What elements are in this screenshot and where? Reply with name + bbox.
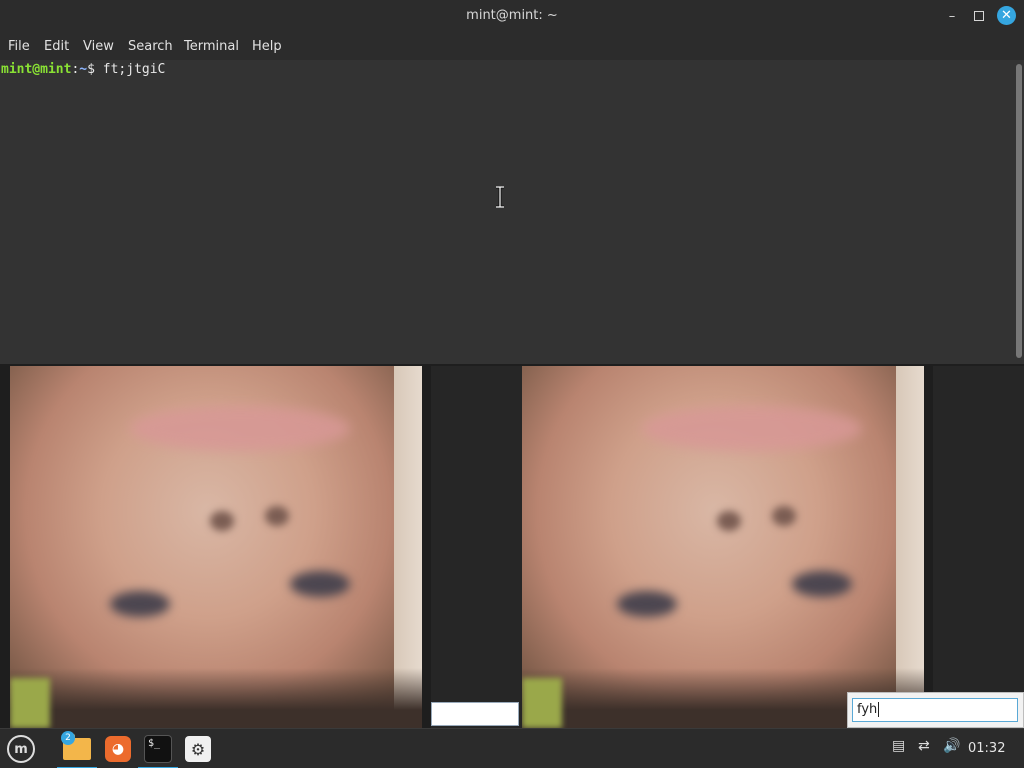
image-eye <box>792 571 852 597</box>
taskbar: m 2 ◕ $_ ⚙ ▤ ⇄ 🔊 01:32 <box>0 728 1024 768</box>
prompt-path: ~ <box>79 62 88 77</box>
dark-panel-middle <box>431 366 522 728</box>
small-input-box[interactable] <box>431 702 519 726</box>
image-eye <box>110 591 170 617</box>
clock[interactable]: 01:32 <box>968 741 1005 756</box>
menu-view[interactable]: View <box>83 39 114 54</box>
text-cursor-icon <box>496 186 504 208</box>
terminal-icon: $_ <box>144 735 172 763</box>
text-popup: fyh <box>847 692 1024 728</box>
close-button[interactable]: ✕ <box>997 6 1016 25</box>
menu-help[interactable]: Help <box>252 39 282 54</box>
terminal-output[interactable]: mint@mint:~$ ft;jtgiC <box>0 60 1014 364</box>
prompt-line: mint@mint:~$ ft;jtgiC <box>1 62 165 77</box>
network-disconnected-icon[interactable]: ⇄ <box>918 738 930 754</box>
taskbar-firefox[interactable]: ◕ <box>102 733 134 765</box>
image-hair <box>10 668 422 728</box>
image-nostril <box>717 511 741 531</box>
volume-icon[interactable]: 🔊 <box>943 738 960 754</box>
scrollbar-thumb[interactable] <box>1016 64 1022 358</box>
image-nostril <box>265 506 289 526</box>
taskbar-settings[interactable]: ⚙ <box>182 733 214 765</box>
text-caret <box>878 702 880 717</box>
window-title: mint@mint: ~ <box>466 8 558 23</box>
camera-image-left <box>10 366 422 728</box>
firefox-icon: ◕ <box>105 736 131 762</box>
image-nostril <box>210 511 234 531</box>
menu-terminal[interactable]: Terminal <box>184 39 239 54</box>
popup-text-input[interactable]: fyh <box>852 698 1018 722</box>
camera-image-right <box>522 366 924 728</box>
menu-bar: File Edit View Search Terminal Help <box>0 33 1024 60</box>
minimize-icon: – <box>948 8 956 24</box>
popup-input-value: fyh <box>857 702 878 717</box>
image-eye <box>290 571 350 597</box>
maximize-icon <box>974 11 984 21</box>
typed-command: ft;jtgiC <box>102 62 166 77</box>
maximize-button[interactable] <box>969 6 989 26</box>
image-lips <box>130 406 350 451</box>
notes-icon[interactable]: ▤ <box>892 738 905 754</box>
taskbar-files[interactable]: 2 <box>57 731 97 768</box>
start-menu-button[interactable]: m <box>5 733 37 765</box>
gear-icon: ⚙ <box>185 736 211 762</box>
image-green-corner <box>522 678 562 728</box>
image-eye <box>617 591 677 617</box>
terminal-window: mint@mint: ~ – ✕ File Edit View Search T… <box>0 0 1024 364</box>
prompt-symbol: $ <box>87 62 103 77</box>
prompt-user: mint@mint <box>1 62 72 77</box>
image-nostril <box>772 506 796 526</box>
image-lips <box>642 406 862 451</box>
menu-file[interactable]: File <box>8 39 30 54</box>
taskbar-terminal[interactable]: $_ <box>138 733 178 768</box>
menu-edit[interactable]: Edit <box>44 39 69 54</box>
desktop: fyh mint@mint: ~ – ✕ File Edit View Sear… <box>0 0 1024 768</box>
terminal-scrollbar[interactable] <box>1014 60 1024 364</box>
mint-menu-icon: m <box>7 735 35 763</box>
title-bar[interactable]: mint@mint: ~ – ✕ <box>0 0 1024 33</box>
close-icon: ✕ <box>1001 8 1012 23</box>
dark-panel-right <box>933 366 1024 728</box>
menu-search[interactable]: Search <box>128 39 173 54</box>
files-badge: 2 <box>61 731 75 745</box>
image-green-corner <box>10 678 50 728</box>
minimize-button[interactable]: – <box>942 6 962 26</box>
